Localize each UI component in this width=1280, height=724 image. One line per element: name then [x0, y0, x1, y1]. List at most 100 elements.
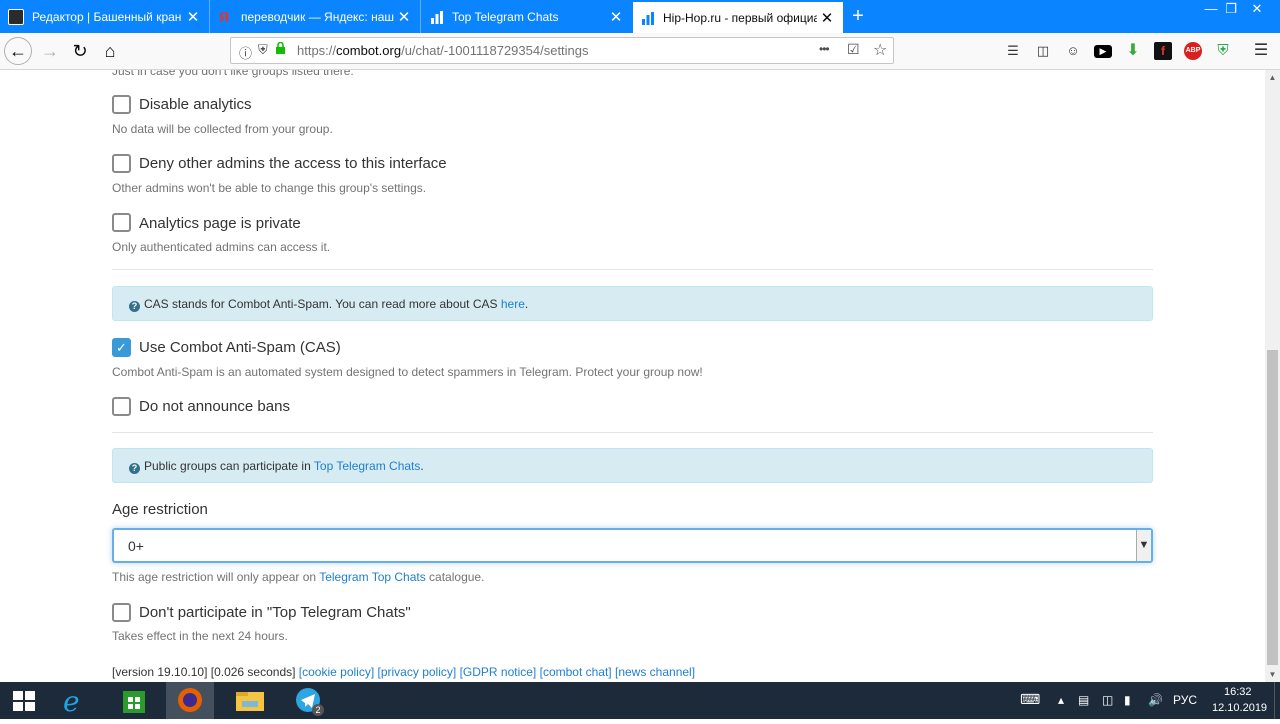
- divider: [112, 269, 1153, 270]
- cas-info-alert: ? CAS stands for Combot Anti-Spam. You ca…: [112, 286, 1153, 321]
- no-participate-hint: Takes effect in the next 24 hours.: [112, 629, 288, 643]
- forward-icon[interactable]: →: [36, 37, 64, 65]
- gdpr-notice-link[interactable]: [GDPR notice]: [460, 665, 537, 679]
- age-restriction-label: Age restriction: [112, 501, 208, 518]
- library-icon[interactable]: ☰: [1004, 42, 1022, 60]
- clock-time[interactable]: 16:32: [1224, 686, 1252, 698]
- age-hint-pre: This age restriction will only appear on: [112, 570, 320, 584]
- top-telegram-chats-link[interactable]: Top Telegram Chats: [314, 459, 421, 473]
- use-cas-label[interactable]: Use Combot Anti-Spam (CAS): [139, 339, 341, 356]
- battery-icon[interactable]: ▮: [1124, 693, 1131, 707]
- analytics-private-hint: Only authenticated admins can access it.: [112, 240, 331, 254]
- info-icon[interactable]: ⓘ: [239, 43, 252, 62]
- menu-icon[interactable]: ☰: [1252, 42, 1270, 60]
- divider: [112, 432, 1153, 433]
- tab-editor[interactable]: Редактор | Башенный кран | Я ✕: [0, 0, 210, 33]
- disable-analytics-checkbox[interactable]: [112, 95, 131, 114]
- url-path: /u/chat/-1001118729354/settings: [401, 43, 589, 58]
- cas-info-message: CAS stands for Combot Anti-Spam. You can…: [144, 297, 501, 311]
- age-restriction-select[interactable]: 0+ ▼: [112, 528, 1153, 563]
- download-icon[interactable]: ⬇: [1124, 42, 1142, 60]
- clipped-hint: Just in case you don't like groups liste…: [112, 70, 354, 78]
- windows-logo-icon: [13, 691, 35, 711]
- bar-chart-icon: [430, 10, 444, 24]
- reload-icon[interactable]: ↻: [66, 37, 94, 65]
- deny-admins-label[interactable]: Deny other admins the access to this int…: [139, 155, 447, 172]
- scroll-up-icon[interactable]: ▲: [1265, 70, 1280, 85]
- scrollbar[interactable]: ▲ ▼: [1265, 70, 1280, 682]
- clock-date[interactable]: 12.10.2019: [1212, 702, 1267, 714]
- deny-admins-hint: Other admins won't be able to change thi…: [112, 181, 427, 195]
- yandex-favicon-icon: Я: [219, 8, 230, 25]
- back-icon[interactable]: ←: [4, 37, 32, 65]
- close-icon[interactable]: ✕: [183, 8, 203, 26]
- url-bar[interactable]: ⓘ ⛨ https://combot.org/u/chat/-100111872…: [230, 37, 894, 64]
- chevron-up-icon[interactable]: ▴: [1058, 693, 1064, 707]
- volume-icon[interactable]: 🔊: [1148, 693, 1163, 707]
- pocket-icon[interactable]: ☑: [847, 41, 860, 58]
- tracking-shield-icon[interactable]: ⛨: [258, 42, 268, 58]
- age-restriction-hint: This age restriction will only appear on…: [112, 570, 484, 584]
- firefox-icon[interactable]: [166, 682, 214, 719]
- cas-here-link[interactable]: here: [501, 297, 525, 311]
- cookie-policy-link[interactable]: [cookie policy]: [299, 665, 374, 679]
- tab-yandex[interactable]: Я переводчик — Яндекс: нашло ✕: [211, 0, 421, 33]
- tab-top-telegram-chats[interactable]: Top Telegram Chats ✕: [422, 0, 632, 33]
- privacy-policy-link[interactable]: [privacy policy]: [378, 665, 457, 679]
- devices-icon[interactable]: ◫: [1102, 693, 1113, 707]
- close-icon[interactable]: ✕: [817, 9, 837, 27]
- internet-explorer-icon[interactable]: e: [52, 682, 100, 719]
- deny-admins-checkbox[interactable]: [112, 154, 131, 173]
- use-cas-checkbox[interactable]: ✓: [112, 338, 131, 357]
- page-content: Just in case you don't like groups liste…: [0, 70, 1265, 682]
- extension-f-icon[interactable]: f: [1154, 42, 1172, 60]
- analytics-private-label[interactable]: Analytics page is private: [139, 215, 301, 232]
- new-tab-button[interactable]: +: [846, 4, 870, 28]
- keyboard-icon[interactable]: ⌨: [1020, 691, 1040, 708]
- adblock-icon[interactable]: ABP: [1184, 42, 1202, 60]
- tab-title: переводчик — Яндекс: нашло: [241, 9, 394, 24]
- home-icon[interactable]: ⌂: [96, 37, 124, 65]
- nav-bar: ← → ↻ ⌂ ⓘ ⛨ https://combot.org/u/chat/-1…: [0, 33, 1280, 70]
- telegram-top-chats-link[interactable]: Telegram Top Chats: [319, 570, 426, 584]
- tab-title: Редактор | Башенный кран | Я: [32, 9, 183, 24]
- combot-chat-link[interactable]: [combot chat]: [540, 665, 612, 679]
- network-icon[interactable]: ▤: [1078, 693, 1089, 707]
- cas-info-end: .: [524, 297, 529, 311]
- close-icon[interactable]: ✕: [606, 8, 626, 26]
- close-icon[interactable]: ✕: [394, 8, 414, 26]
- tab-hiphop[interactable]: Hip-Hop.ru - первый официа ✕: [633, 0, 843, 33]
- start-button[interactable]: [0, 682, 48, 719]
- shield-icon[interactable]: ⛨: [1214, 42, 1232, 60]
- youtube-icon[interactable]: ▶: [1094, 45, 1112, 58]
- scroll-thumb[interactable]: [1267, 350, 1278, 665]
- no-announce-checkbox[interactable]: [112, 397, 131, 416]
- chevron-down-icon[interactable]: ▼: [1136, 530, 1151, 561]
- bookmark-star-icon[interactable]: ☆: [873, 40, 887, 60]
- store-icon[interactable]: [110, 682, 158, 719]
- telegram-icon[interactable]: 2: [284, 682, 332, 719]
- language-indicator[interactable]: РУС: [1173, 693, 1197, 707]
- scroll-down-icon[interactable]: ▼: [1265, 667, 1280, 682]
- tab-bar: Редактор | Башенный кран | Я ✕ Я перевод…: [0, 0, 1280, 33]
- page-actions-icon[interactable]: •••: [819, 42, 830, 56]
- url-prefix: https://: [297, 43, 337, 58]
- no-participate-checkbox[interactable]: [112, 603, 131, 622]
- news-channel-link[interactable]: [news channel]: [615, 665, 695, 679]
- show-desktop-button[interactable]: [1274, 682, 1280, 719]
- disable-analytics-label[interactable]: Disable analytics: [139, 96, 252, 113]
- no-participate-label[interactable]: Don't participate in "Top Telegram Chats…: [139, 604, 411, 621]
- window-close-icon[interactable]: ✕: [1234, 0, 1280, 20]
- bar-chart-icon: [641, 11, 655, 25]
- cas-info-text: ? CAS stands for Combot Anti-Spam. You ca…: [129, 297, 528, 312]
- top-chats-info-text: ? Public groups can participate in Top Te…: [129, 459, 424, 474]
- question-circle-icon: ?: [129, 301, 140, 312]
- account-icon[interactable]: ☺: [1064, 42, 1082, 60]
- tab-title: Hip-Hop.ru - первый официа: [663, 10, 817, 25]
- file-explorer-icon[interactable]: [226, 682, 274, 719]
- question-circle-icon: ?: [129, 463, 140, 474]
- no-announce-label[interactable]: Do not announce bans: [139, 398, 290, 415]
- analytics-private-checkbox[interactable]: [112, 213, 131, 232]
- sidebar-icon[interactable]: ◫: [1034, 42, 1052, 60]
- lock-icon: [275, 41, 286, 58]
